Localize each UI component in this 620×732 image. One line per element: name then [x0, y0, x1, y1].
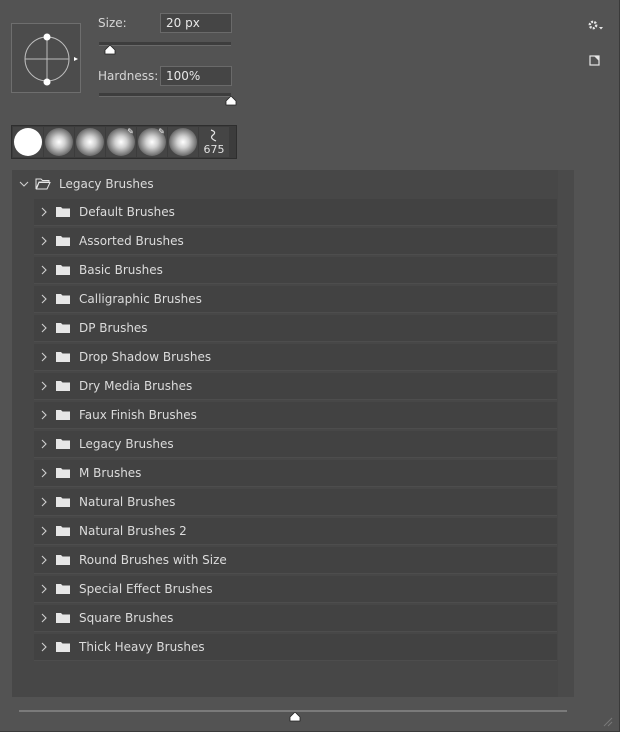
- brush-tip-preview[interactable]: [11, 23, 81, 93]
- chevron-right-icon[interactable]: [39, 439, 49, 449]
- preset-soft-round-pressure[interactable]: ✎: [106, 127, 136, 157]
- folder-label: Natural Brushes: [79, 495, 176, 509]
- settings-gear-icon[interactable]: [587, 18, 605, 32]
- chevron-right-icon[interactable]: [39, 294, 49, 304]
- chevron-right-icon[interactable]: [39, 555, 49, 565]
- folder-icon: [56, 642, 70, 652]
- preset-soft-round[interactable]: [75, 127, 105, 157]
- hardness-label: Hardness:: [98, 69, 159, 83]
- folder-icon: [56, 294, 70, 304]
- folder-label: Round Brushes with Size: [79, 553, 227, 567]
- preset-hard-round[interactable]: [13, 127, 43, 157]
- resize-grip-icon[interactable]: [601, 715, 613, 727]
- chevron-right-icon[interactable]: [39, 323, 49, 333]
- folder-icon: [56, 265, 70, 275]
- chevron-down-icon[interactable]: [19, 179, 29, 189]
- folder-row[interactable]: Natural Brushes: [34, 489, 557, 516]
- new-preset-icon[interactable]: [588, 53, 602, 67]
- folder-row[interactable]: Calligraphic Brushes: [34, 286, 557, 313]
- size-slider-thumb[interactable]: [104, 45, 116, 55]
- chevron-right-icon[interactable]: [39, 236, 49, 246]
- folder-label: Assorted Brushes: [79, 234, 184, 248]
- folder-icon: [56, 439, 70, 449]
- folder-row[interactable]: DP Brushes: [34, 315, 557, 342]
- hardness-slider-thumb[interactable]: [225, 96, 237, 106]
- recent-brush-presets: ✎ ✎ 675: [11, 125, 237, 159]
- folder-row[interactable]: Faux Finish Brushes: [34, 402, 557, 429]
- chevron-right-icon[interactable]: [39, 642, 49, 652]
- hardness-slider-track[interactable]: [99, 93, 231, 97]
- folder-icon: [56, 468, 70, 478]
- folder-row[interactable]: Round Brushes with Size: [34, 547, 557, 574]
- folder-icon: [56, 410, 70, 420]
- brush-angle-roundness-icon[interactable]: [12, 24, 82, 94]
- folder-icon: [56, 613, 70, 623]
- folder-label: M Brushes: [79, 466, 142, 480]
- folder-icon: [56, 584, 70, 594]
- folder-label: Special Effect Brushes: [79, 582, 213, 596]
- folder-row[interactable]: Basic Brushes: [34, 257, 557, 284]
- folder-row[interactable]: Default Brushes: [34, 199, 557, 226]
- folder-icon: [56, 526, 70, 536]
- preset-soft-round[interactable]: [168, 127, 198, 157]
- folder-icon: [56, 323, 70, 333]
- folder-label: Legacy Brushes: [79, 437, 174, 451]
- folder-label: Square Brushes: [79, 611, 174, 625]
- folder-label: Dry Media Brushes: [79, 379, 193, 393]
- folder-row[interactable]: M Brushes: [34, 460, 557, 487]
- brush-preset-picker-panel: Size: 20 px Hardness: 100% ✎ ✎ 675 Legac…: [0, 0, 620, 732]
- chevron-right-icon[interactable]: [39, 207, 49, 217]
- folder-row[interactable]: Square Brushes: [34, 605, 557, 632]
- folder-label: Natural Brushes 2: [79, 524, 187, 538]
- chevron-right-icon[interactable]: [39, 265, 49, 275]
- chevron-right-icon[interactable]: [39, 468, 49, 478]
- chevron-right-icon[interactable]: [39, 526, 49, 536]
- folder-label: Calligraphic Brushes: [79, 292, 202, 306]
- folder-label: Default Brushes: [79, 205, 175, 219]
- folder-icon: [56, 207, 70, 217]
- folder-row[interactable]: Natural Brushes 2: [34, 518, 557, 545]
- folder-label: Basic Brushes: [79, 263, 163, 277]
- preset-soft-round-pressure[interactable]: ✎: [137, 127, 167, 157]
- folder-row[interactable]: Thick Heavy Brushes: [34, 634, 557, 661]
- folder-icon: [56, 381, 70, 391]
- chevron-right-icon[interactable]: [39, 381, 49, 391]
- pressure-icon: ✎: [127, 127, 134, 136]
- chevron-right-icon[interactable]: [39, 613, 49, 623]
- folder-icon: [56, 352, 70, 362]
- chevron-right-icon[interactable]: [39, 584, 49, 594]
- folder-label: Thick Heavy Brushes: [79, 640, 205, 654]
- folder-row[interactable]: Dry Media Brushes: [34, 373, 557, 400]
- preset-size-number: 675: [203, 143, 225, 156]
- group-label: Legacy Brushes: [59, 177, 154, 191]
- preset-soft-round[interactable]: [44, 127, 74, 157]
- folder-label: Faux Finish Brushes: [79, 408, 197, 422]
- pressure-icon: ✎: [158, 127, 165, 136]
- folder-row[interactable]: Legacy Brushes: [34, 431, 557, 458]
- size-slider-track[interactable]: [99, 42, 231, 46]
- folder-label: Drop Shadow Brushes: [79, 350, 212, 364]
- folder-icon: [56, 555, 70, 565]
- chevron-right-icon[interactable]: [39, 352, 49, 362]
- chevron-right-icon[interactable]: [39, 497, 49, 507]
- folder-row[interactable]: Special Effect Brushes: [34, 576, 557, 603]
- size-label: Size:: [98, 16, 127, 30]
- preview-size-slider-thumb[interactable]: [289, 712, 301, 722]
- folder-label: DP Brushes: [79, 321, 148, 335]
- brush-stroke-icon: [210, 129, 217, 142]
- chevron-right-icon[interactable]: [39, 410, 49, 420]
- group-row-legacy-brushes[interactable]: Legacy Brushes: [12, 170, 558, 198]
- list-scrollbar[interactable]: [558, 170, 574, 697]
- folder-icon: [56, 236, 70, 246]
- folder-row[interactable]: Drop Shadow Brushes: [34, 344, 557, 371]
- size-input[interactable]: 20 px: [160, 13, 232, 33]
- folder-icon: [56, 497, 70, 507]
- folder-open-icon: [35, 178, 51, 190]
- hardness-input[interactable]: 100%: [160, 66, 232, 86]
- preset-special-brush[interactable]: 675: [199, 127, 229, 157]
- folder-row[interactable]: Assorted Brushes: [34, 228, 557, 255]
